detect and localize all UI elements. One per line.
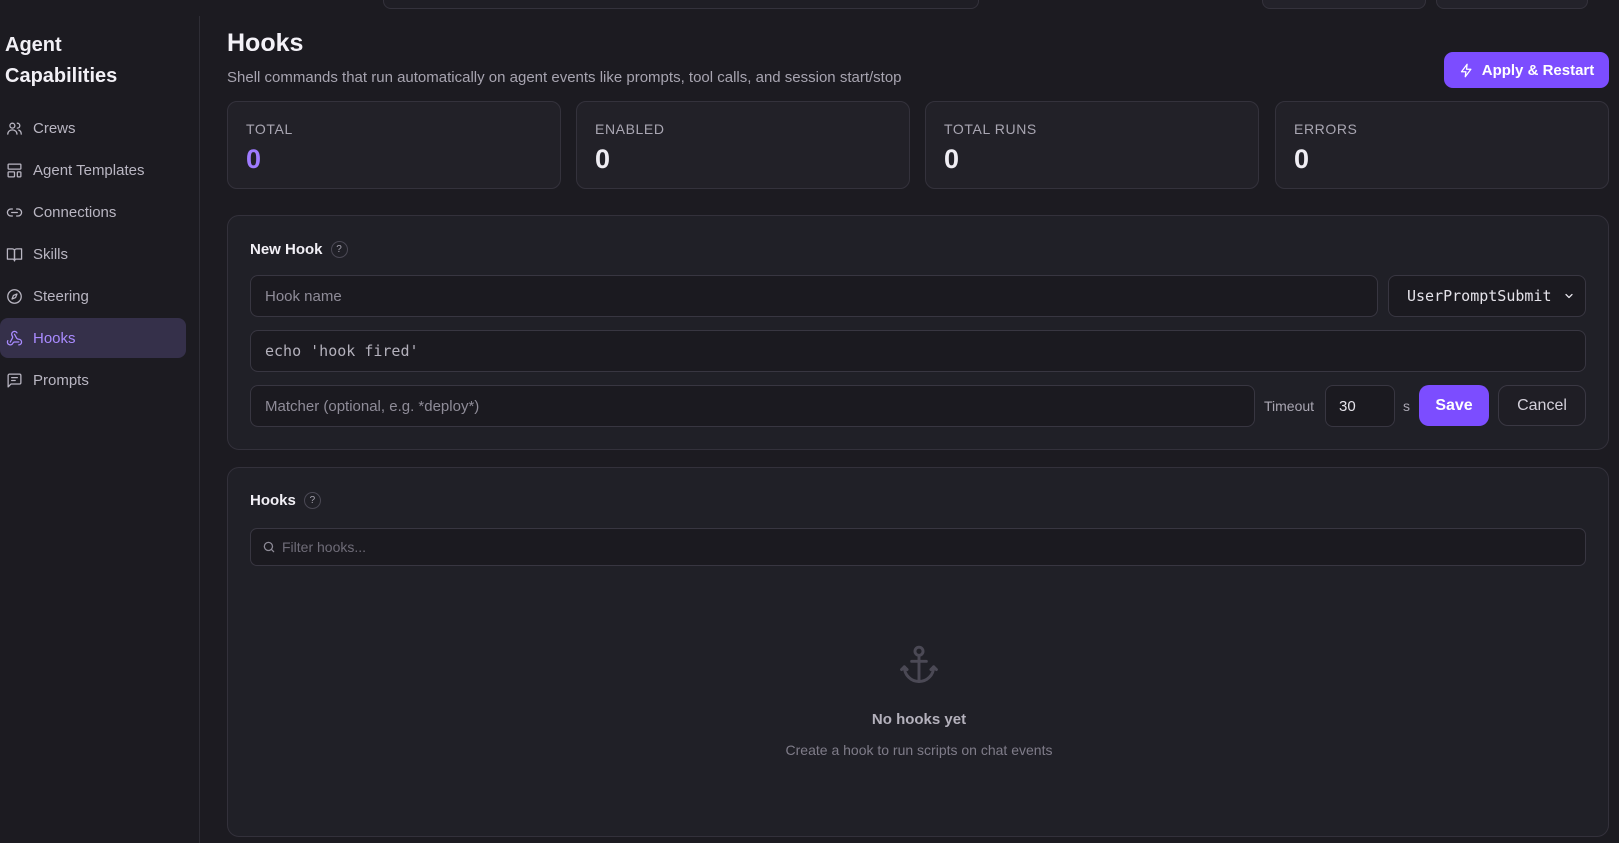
empty-state-title: No hooks yet: [871, 711, 967, 728]
hooks-list-title: Hooks ?: [250, 492, 321, 509]
stat-value: 0: [246, 144, 262, 174]
help-icon[interactable]: ?: [303, 492, 321, 509]
search-icon: [263, 541, 275, 553]
event-select[interactable]: UserPromptSubmit: [1388, 275, 1586, 317]
card-title-text: Hooks: [250, 492, 296, 509]
stat-value: 0: [595, 144, 611, 174]
book-icon: [6, 246, 23, 263]
sidebar-item-label: Connections: [33, 203, 117, 221]
hook-name-input[interactable]: Hook name: [250, 275, 1378, 317]
anchor-icon: [900, 645, 938, 683]
timeout-label: Timeout: [1264, 398, 1315, 414]
event-select-value: UserPromptSubmit: [1407, 287, 1552, 305]
message-square-icon: [6, 372, 23, 389]
hooks-list-card: Hooks ? Filter hooks... No hooks yet Cre…: [227, 467, 1609, 837]
empty-state-subtitle: Create a hook to run scripts on chat eve…: [785, 742, 1053, 758]
webhook-icon: [6, 330, 23, 347]
save-button[interactable]: Save: [1419, 385, 1489, 426]
chevron-down-icon: [1565, 293, 1573, 299]
help-icon[interactable]: ?: [330, 241, 348, 258]
sidebar-item-label: Agent Templates: [33, 161, 145, 179]
sidebar-item-label: Hooks: [33, 329, 76, 347]
timeout-input[interactable]: 30: [1325, 385, 1395, 427]
sidebar-title: Agent Capabilities: [5, 34, 118, 87]
filter-placeholder: Filter hooks...: [282, 539, 367, 555]
new-hook-card: New Hook ? Hook name UserPromptSubmit ec…: [227, 215, 1609, 450]
stat-card-total: TOTAL 0: [227, 101, 561, 189]
link-icon: [6, 204, 23, 221]
sidebar-item-connections[interactable]: Connections: [0, 192, 186, 232]
sidebar-item-label: Prompts: [33, 371, 89, 389]
command-input[interactable]: echo 'hook fired': [250, 330, 1586, 372]
stat-value: 0: [944, 144, 960, 174]
sidebar-item-hooks[interactable]: Hooks: [0, 318, 186, 358]
sidebar-item-label: Crews: [33, 119, 76, 137]
sidebar-nav: Crews Agent Templates Connections Skills…: [0, 108, 186, 402]
sidebar-item-steering[interactable]: Steering: [0, 276, 186, 316]
layout-template-icon: [6, 162, 23, 179]
stat-label: ERRORS: [1294, 121, 1358, 137]
sidebar-item-crews[interactable]: Crews: [0, 108, 186, 148]
apply-restart-button[interactable]: Apply & Restart: [1444, 52, 1609, 88]
stat-card-errors: ERRORS 0: [1275, 101, 1609, 189]
stat-card-enabled: ENABLED 0: [576, 101, 910, 189]
card-title-text: New Hook: [250, 241, 323, 258]
stat-label: TOTAL RUNS: [944, 121, 1037, 137]
zap-icon: [1460, 63, 1472, 77]
sidebar-item-label: Steering: [33, 287, 89, 305]
sidebar-item-prompts[interactable]: Prompts: [0, 360, 186, 400]
stat-label: ENABLED: [595, 121, 665, 137]
sidebar-item-agent-templates[interactable]: Agent Templates: [0, 150, 186, 190]
sidebar-item-skills[interactable]: Skills: [0, 234, 186, 274]
matcher-input[interactable]: Matcher (optional, e.g. *deploy*): [250, 385, 1255, 427]
stat-value: 0: [1294, 144, 1310, 174]
users-icon: [6, 120, 23, 137]
cancel-button[interactable]: Cancel: [1498, 385, 1586, 426]
sidebar-item-label: Skills: [33, 245, 69, 263]
new-hook-title: New Hook ?: [250, 241, 348, 258]
apply-restart-label: Apply & Restart: [1481, 61, 1595, 79]
main-content: Hooks Shell commands that run automatica…: [227, 0, 1609, 843]
stats-row: TOTAL 0 ENABLED 0 TOTAL RUNS 0 ERRORS 0: [227, 101, 1609, 189]
timeout-unit: s: [1403, 398, 1410, 414]
filter-hooks-input[interactable]: Filter hooks...: [250, 528, 1586, 566]
page-subtitle: Shell commands that run automatically on…: [227, 69, 902, 86]
compass-icon: [6, 288, 23, 305]
sidebar: Agent Capabilities Crews Agent Templates…: [0, 16, 200, 843]
stat-label: TOTAL: [246, 121, 293, 137]
page-title: Hooks: [227, 29, 304, 57]
stat-card-total-runs: TOTAL RUNS 0: [925, 101, 1259, 189]
